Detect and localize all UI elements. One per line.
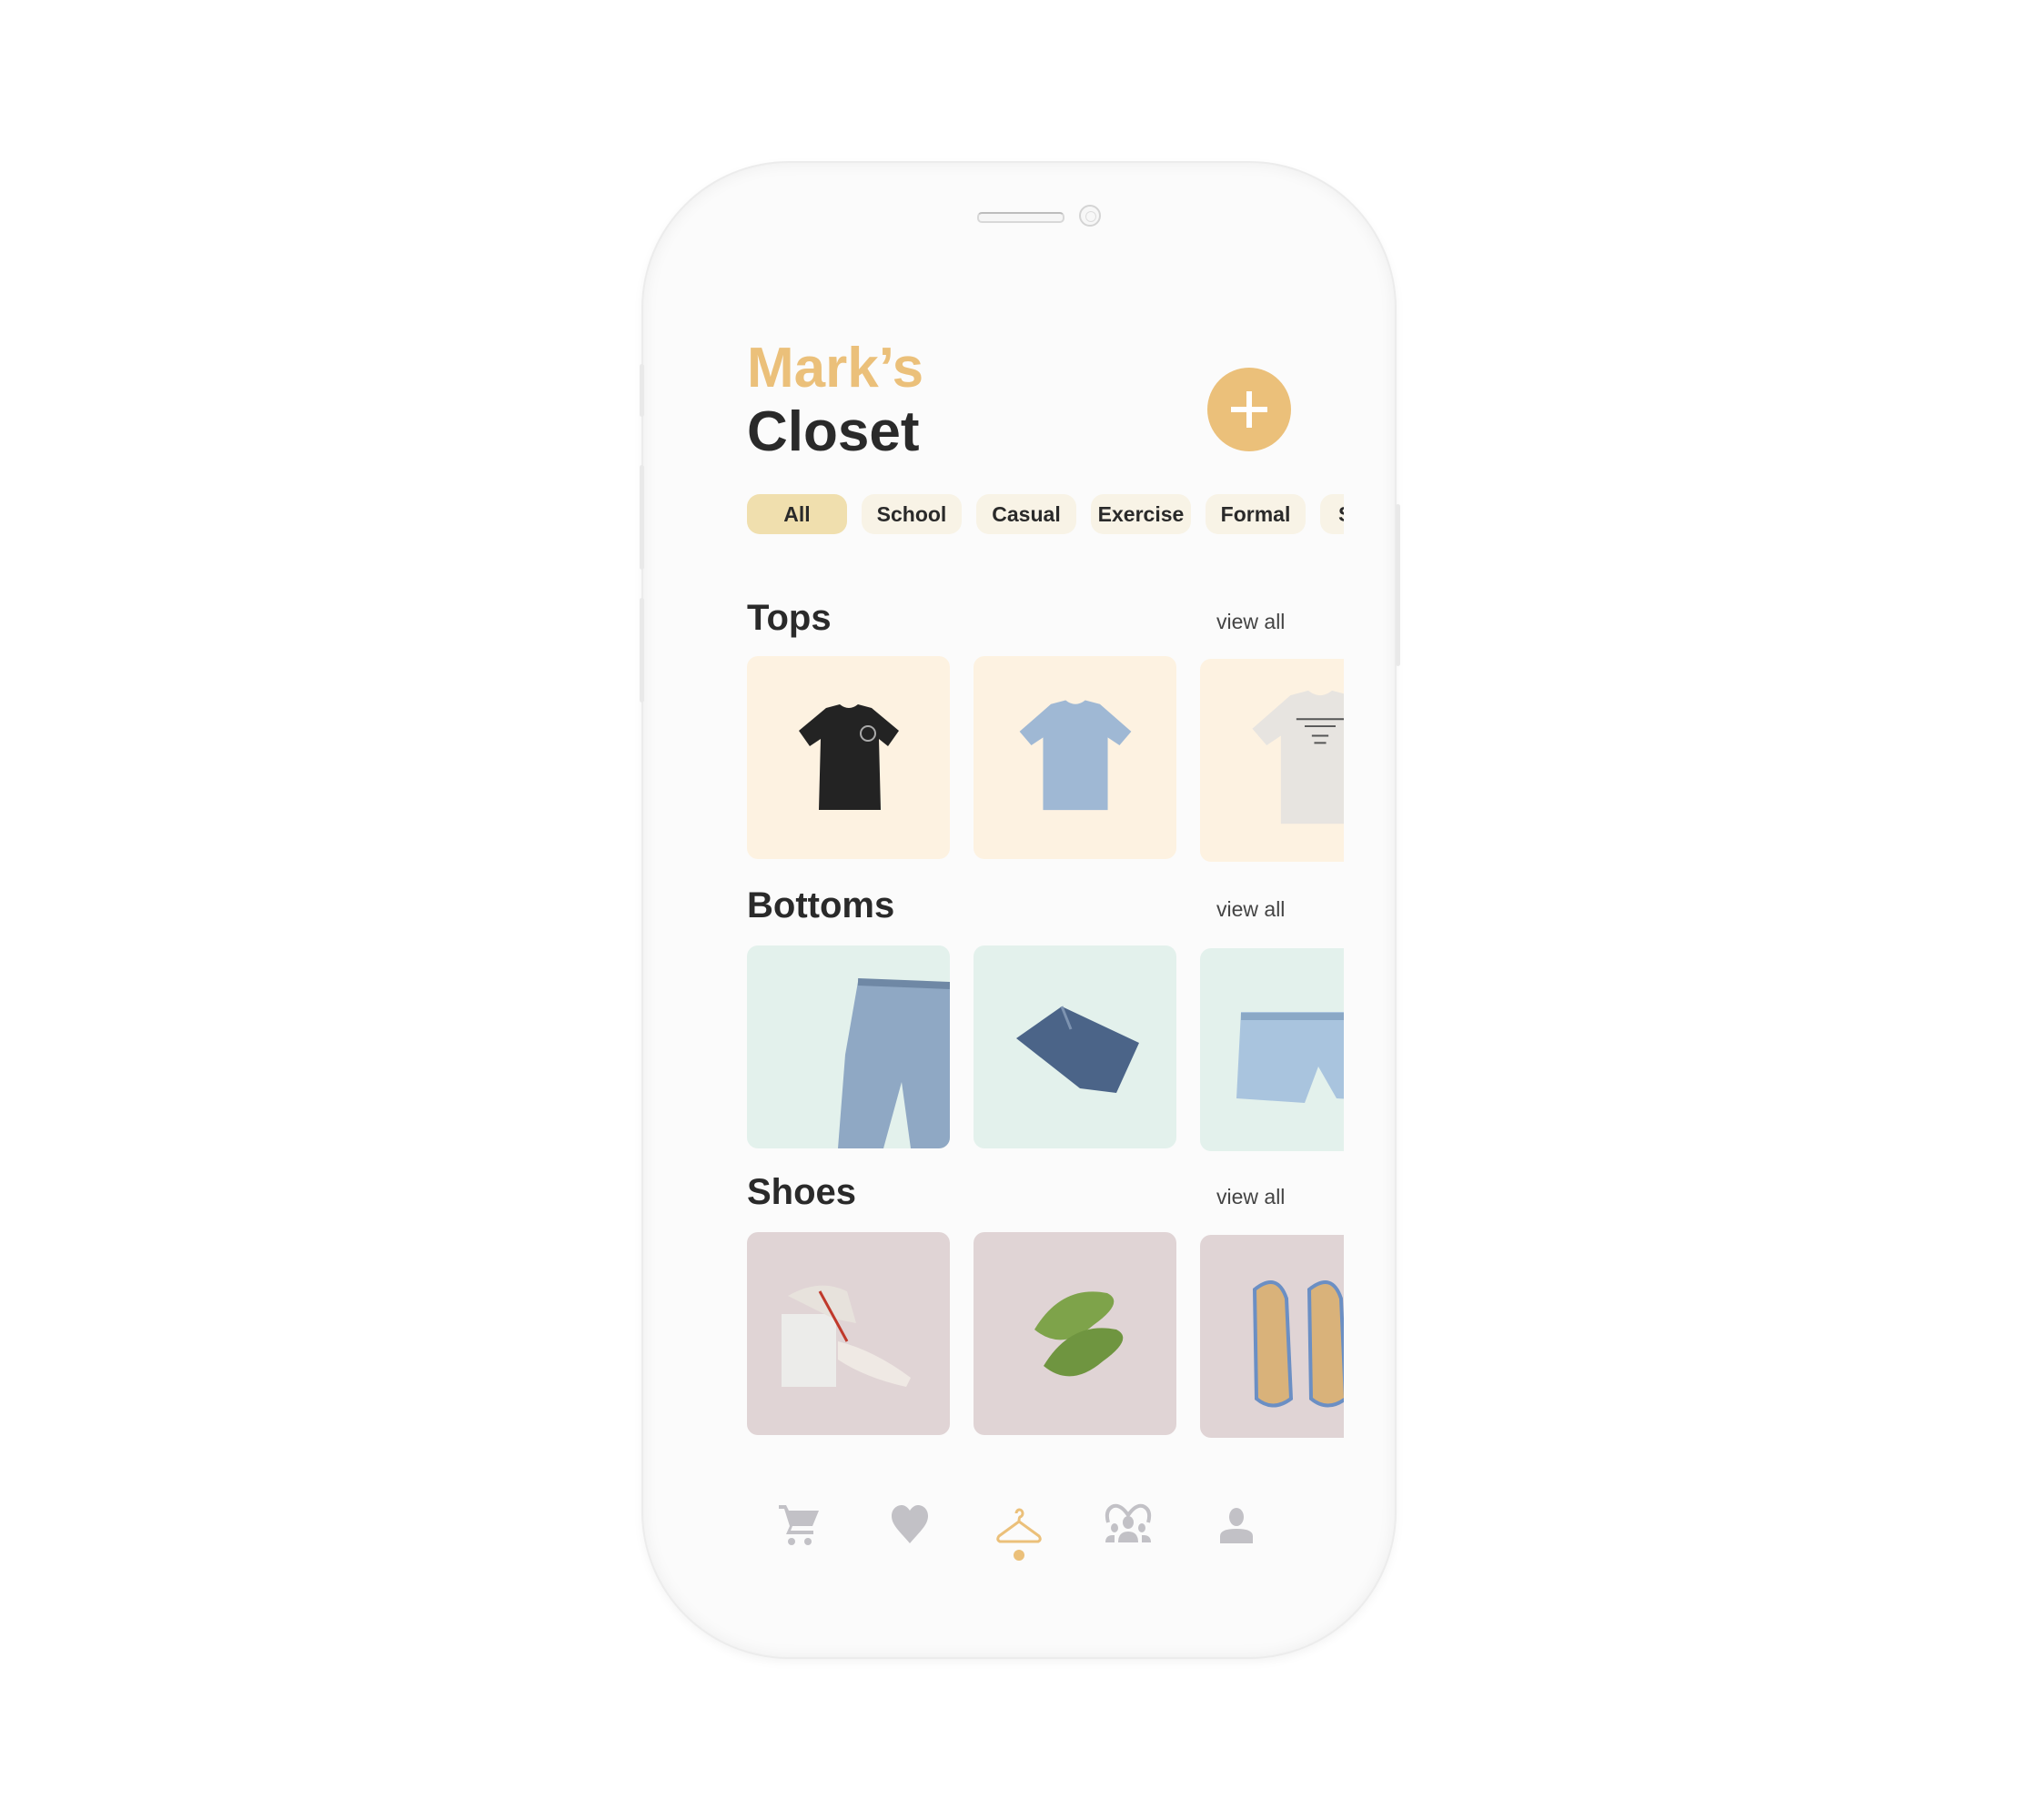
tshirt-image bbox=[1251, 690, 1344, 824]
tops-view-all-link[interactable]: view all bbox=[1216, 610, 1285, 634]
canvas-shoes-image bbox=[1252, 1280, 1344, 1408]
nav-cart[interactable] bbox=[772, 1498, 827, 1552]
filter-chip-all[interactable]: All bbox=[747, 494, 847, 534]
folded-jeans-image bbox=[1015, 1005, 1139, 1093]
shorts-image bbox=[1236, 1012, 1344, 1103]
nav-favorites[interactable] bbox=[883, 1498, 937, 1552]
nav-profile[interactable] bbox=[1209, 1498, 1264, 1552]
nav-closet[interactable] bbox=[992, 1498, 1046, 1552]
phone-side-button bbox=[640, 465, 644, 570]
filter-chip-casual[interactable]: Casual bbox=[976, 494, 1076, 534]
bottoms-view-all-link[interactable]: view all bbox=[1216, 897, 1285, 922]
tshirt-image bbox=[1019, 699, 1131, 810]
filter-chip-formal[interactable]: Formal bbox=[1206, 494, 1306, 534]
plus-icon bbox=[1231, 391, 1267, 428]
closet-content[interactable]: All School Casual Exercise Formal S Tops… bbox=[747, 482, 1344, 1456]
heart-icon bbox=[892, 1505, 928, 1543]
item-card-denim-shorts[interactable] bbox=[1200, 948, 1344, 1151]
page-title-owner: Mark’s bbox=[747, 337, 924, 399]
profile-icon bbox=[1220, 1508, 1253, 1543]
bottoms-row[interactable] bbox=[747, 945, 1344, 1151]
active-nav-indicator bbox=[1014, 1550, 1024, 1561]
tops-row[interactable] bbox=[747, 656, 1344, 862]
sneakers-image bbox=[782, 1285, 911, 1387]
filter-chip-more[interactable]: S bbox=[1320, 494, 1344, 534]
item-card-canvas-shoes[interactable] bbox=[1200, 1235, 1344, 1438]
section-title-bottoms: Bottoms bbox=[747, 885, 895, 925]
jeans-image bbox=[838, 978, 950, 1148]
tshirt-image bbox=[798, 703, 899, 810]
page-title: Closet bbox=[747, 400, 920, 463]
item-card-blue-tshirt[interactable] bbox=[974, 656, 1176, 859]
phone-speaker bbox=[977, 212, 1064, 223]
phone-side-button bbox=[640, 364, 644, 417]
filter-chip-school[interactable]: School bbox=[862, 494, 962, 534]
nav-community[interactable] bbox=[1101, 1498, 1155, 1552]
hanger-icon bbox=[996, 1508, 1042, 1543]
item-card-folded-jeans[interactable] bbox=[974, 945, 1176, 1148]
community-icon bbox=[1105, 1503, 1152, 1542]
section-title-tops: Tops bbox=[747, 598, 832, 638]
item-card-jeans[interactable] bbox=[747, 945, 950, 1148]
section-title-shoes: Shoes bbox=[747, 1172, 857, 1212]
slides-image bbox=[1034, 1290, 1123, 1376]
item-card-sneakers[interactable] bbox=[747, 1232, 950, 1435]
item-card-white-tshirt[interactable] bbox=[1200, 659, 1344, 862]
cart-icon bbox=[779, 1505, 819, 1545]
filter-chip-exercise[interactable]: Exercise bbox=[1091, 494, 1191, 534]
phone-side-button bbox=[1396, 504, 1400, 666]
item-card-slides[interactable] bbox=[974, 1232, 1176, 1435]
phone-side-button bbox=[640, 598, 644, 703]
add-item-button[interactable] bbox=[1207, 368, 1291, 451]
filter-chips[interactable]: All School Casual Exercise Formal S bbox=[747, 494, 1344, 534]
phone-camera bbox=[1079, 205, 1101, 227]
item-card-black-tshirt[interactable] bbox=[747, 656, 950, 859]
shoes-row[interactable] bbox=[747, 1232, 1344, 1438]
shoes-view-all-link[interactable]: view all bbox=[1216, 1185, 1285, 1209]
